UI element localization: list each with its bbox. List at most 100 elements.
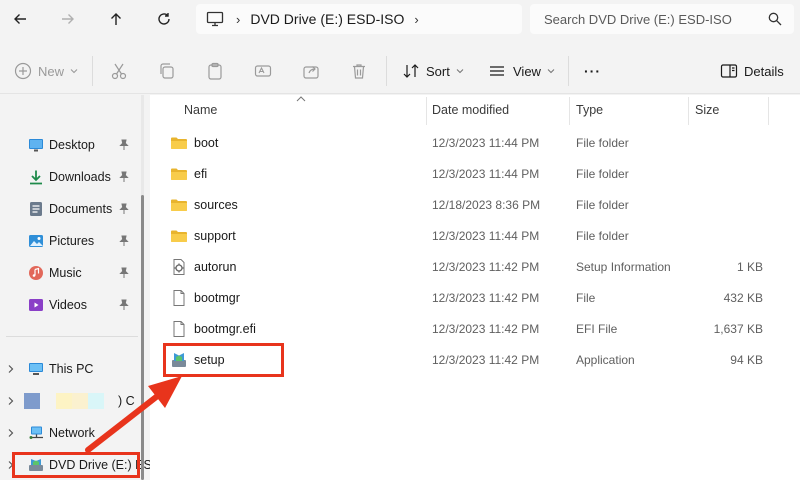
- details-pane-button[interactable]: Details: [720, 58, 784, 84]
- sort-icon: [403, 64, 419, 78]
- column-header-label: Date modified: [432, 103, 510, 117]
- share-icon: [303, 66, 319, 79]
- address-field[interactable]: › DVD Drive (E:) ESD-ISO ›: [196, 4, 522, 34]
- column-header-type[interactable]: Type: [576, 95, 603, 125]
- details-pane-icon: [720, 64, 738, 78]
- file-name: bootmgr: [194, 290, 240, 305]
- file-name: boot: [194, 135, 219, 150]
- search-input[interactable]: Search DVD Drive (E:) ESD-ISO: [544, 12, 768, 27]
- file-date: 12/3/2023 11:44 PM: [432, 228, 540, 243]
- pin-icon: [119, 171, 129, 182]
- file-row-autorun[interactable]: autorun 12/3/2023 11:42 PM Setup Informa…: [150, 251, 800, 282]
- sidebar-item-videos[interactable]: Videos: [0, 291, 146, 319]
- file-date: 12/3/2023 11:44 PM: [432, 166, 540, 181]
- paste-button[interactable]: [206, 58, 224, 84]
- column-resize-handle[interactable]: [688, 97, 689, 125]
- sidebar-item-downloads[interactable]: Downloads: [0, 163, 146, 191]
- delete-button[interactable]: [350, 58, 368, 84]
- blurred-drive-icon: [24, 393, 40, 409]
- file-row-efi[interactable]: efi 12/3/2023 11:44 PM File folder: [150, 158, 800, 189]
- file-row-boot[interactable]: boot 12/3/2023 11:44 PM File folder: [150, 127, 800, 158]
- chevron-right-icon[interactable]: [6, 364, 16, 374]
- sidebar-item-label: Pictures: [49, 234, 95, 248]
- file-row-support[interactable]: support 12/3/2023 11:44 PM File folder: [150, 220, 800, 251]
- forward-button[interactable]: [54, 6, 82, 32]
- details-label: Details: [744, 63, 784, 79]
- file-size: [695, 127, 763, 158]
- file-row-bootmgr-efi[interactable]: bootmgr.efi 12/3/2023 11:42 PM EFI File …: [150, 313, 800, 344]
- pin-icon: [119, 203, 129, 214]
- sidebar-item-music[interactable]: Music: [0, 259, 146, 287]
- refresh-icon: [158, 13, 170, 25]
- command-bar: New Sort View ··· Details: [0, 46, 800, 94]
- sidebar-item-blurred-drive[interactable]: ) C: [0, 387, 146, 415]
- file-type: EFI File: [576, 321, 618, 336]
- column-resize-handle[interactable]: [426, 97, 427, 125]
- trash-icon: [353, 64, 365, 79]
- column-header-label: Type: [576, 103, 604, 117]
- more-options-button[interactable]: ···: [584, 58, 601, 84]
- sidebar-item-label: Music: [49, 266, 82, 280]
- copy-button[interactable]: [158, 58, 176, 84]
- blurred-block: [88, 393, 104, 409]
- search-box[interactable]: Search DVD Drive (E:) ESD-ISO: [530, 4, 794, 34]
- file-type: Setup Information: [576, 259, 671, 274]
- sidebar-item-network[interactable]: Network: [0, 419, 146, 447]
- sidebar-scrollbar-thumb[interactable]: [141, 195, 144, 480]
- chevron-down-icon: [70, 69, 78, 74]
- rename-button[interactable]: [254, 58, 272, 84]
- blurred-block: [72, 393, 88, 409]
- folder-icon: [171, 230, 187, 242]
- sidebar-item-label: This PC: [49, 362, 94, 376]
- sidebar-item-label: Network: [49, 426, 95, 440]
- sort-label: Sort: [426, 63, 450, 79]
- toolbar-divider: [386, 56, 387, 86]
- file-row-bootmgr[interactable]: bootmgr 12/3/2023 11:42 PM File 432 KB: [150, 282, 800, 313]
- navigation-pane: Desktop Downloads Documents Pictures Mus…: [0, 95, 152, 480]
- view-button[interactable]: View: [488, 58, 555, 84]
- file-name: support: [194, 228, 236, 243]
- sidebar-item-label: Desktop: [49, 138, 95, 152]
- file-name: sources: [194, 197, 238, 212]
- file-date: 12/18/2023 8:36 PM: [432, 197, 541, 212]
- file-size: 1,637 KB: [713, 321, 763, 336]
- column-header-date[interactable]: Date modified: [432, 95, 509, 125]
- breadcrumb-separator-end[interactable]: ›: [414, 12, 418, 27]
- up-button[interactable]: [102, 6, 130, 32]
- sidebar-item-documents[interactable]: Documents: [0, 195, 146, 223]
- view-list-icon: [490, 66, 504, 76]
- file-type: File: [576, 290, 596, 305]
- new-button[interactable]: New: [14, 58, 78, 84]
- column-header-label: Name: [184, 103, 218, 117]
- refresh-button[interactable]: [150, 6, 178, 32]
- column-resize-handle[interactable]: [569, 97, 570, 125]
- sort-button[interactable]: Sort: [402, 58, 464, 84]
- column-header-label: Size: [695, 103, 720, 117]
- file-type: File folder: [576, 197, 629, 212]
- pin-icon: [119, 267, 129, 278]
- copy-icon: [160, 63, 174, 79]
- sidebar-item-desktop[interactable]: Desktop: [0, 131, 146, 159]
- this-pc-icon: [29, 363, 43, 375]
- back-button[interactable]: [6, 6, 34, 32]
- cut-button[interactable]: [110, 58, 128, 84]
- sidebar-item-this-pc[interactable]: This PC: [0, 355, 146, 383]
- sidebar-item-pictures[interactable]: Pictures: [0, 227, 146, 255]
- sidebar-item-label: Downloads: [49, 170, 111, 184]
- file-row-sources[interactable]: sources 12/18/2023 8:36 PM File folder: [150, 189, 800, 220]
- music-icon: [29, 266, 43, 280]
- column-resize-handle[interactable]: [768, 97, 769, 125]
- new-label: New: [38, 63, 65, 79]
- column-header-name[interactable]: Name: [184, 95, 217, 125]
- column-header-size[interactable]: Size: [695, 95, 719, 125]
- file-date: 12/3/2023 11:42 PM: [432, 290, 540, 305]
- view-label: View: [513, 63, 541, 79]
- pin-icon: [119, 139, 129, 150]
- chevron-right-icon[interactable]: [6, 396, 16, 406]
- breadcrumb-current[interactable]: DVD Drive (E:) ESD-ISO: [250, 11, 404, 27]
- file-type: File folder: [576, 135, 629, 150]
- share-button[interactable]: [302, 58, 320, 84]
- chevron-right-icon[interactable]: [6, 428, 16, 438]
- breadcrumb-separator: ›: [236, 11, 241, 27]
- sort-ascending-icon: [296, 96, 306, 102]
